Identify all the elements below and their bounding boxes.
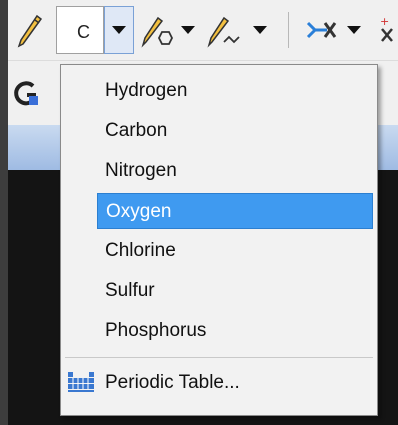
element-dropdown-button[interactable]: [104, 6, 134, 54]
menu-item-oxygen[interactable]: Oxygen: [97, 193, 373, 229]
menu-item-nitrogen[interactable]: Nitrogen: [97, 153, 373, 189]
ring-pencil-icon[interactable]: [138, 8, 178, 52]
menu-item-chlorine[interactable]: Chlorine: [97, 233, 373, 269]
element-value: C: [77, 22, 90, 42]
periodic-table-icon: [67, 371, 95, 393]
element-dropdown-menu: Hydrogen Carbon Nitrogen Oxygen Chlorine…: [60, 64, 378, 416]
toolbar-separator: [288, 12, 289, 48]
menu-item-phosphorus[interactable]: Phosphorus: [97, 313, 373, 349]
charge-icon[interactable]: +: [376, 8, 398, 52]
mapping-dropdown-chevron-icon[interactable]: [344, 18, 364, 42]
menu-separator: [65, 357, 373, 358]
menu-item-hydrogen[interactable]: Hydrogen: [97, 73, 373, 109]
ring-dropdown-chevron-icon[interactable]: [178, 18, 198, 42]
menu-item-carbon[interactable]: Carbon: [97, 113, 373, 149]
element-selector[interactable]: C: [56, 6, 104, 54]
pencil-icon[interactable]: [10, 8, 50, 52]
window-edge: [0, 0, 8, 425]
svg-text:+: +: [380, 15, 389, 28]
menu-item-sulfur[interactable]: Sulfur: [97, 273, 373, 309]
main-toolbar: C +: [0, 0, 398, 60]
mapping-icon[interactable]: [302, 8, 342, 52]
chain-dropdown-chevron-icon[interactable]: [250, 18, 270, 42]
menu-item-periodic-table[interactable]: Periodic Table...: [97, 365, 373, 401]
chevron-down-icon: [112, 26, 126, 34]
chain-pencil-icon[interactable]: [204, 8, 244, 52]
query-icon[interactable]: [10, 79, 50, 109]
